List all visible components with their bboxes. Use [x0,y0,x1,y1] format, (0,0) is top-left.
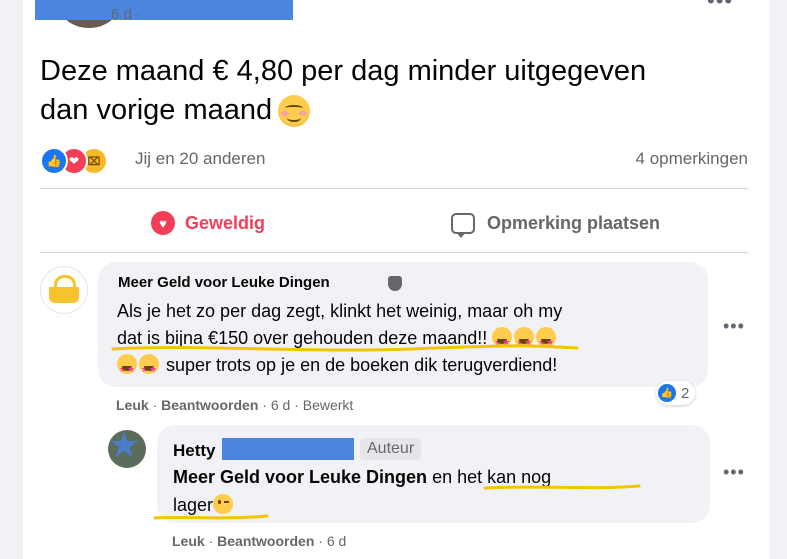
comment-actions: Leuk · Beantwoorden · 6 d · Bewerkt [116,397,354,413]
like-link[interactable]: Leuk [116,397,149,413]
reply-more-icon[interactable]: ••• [723,462,745,483]
comment-bubble-icon [451,212,475,238]
comment-author[interactable]: Meer Geld voor Leuke Dingen [118,274,330,291]
comment-like-count[interactable]: 👍 2 [656,381,696,405]
edited-label: Bewerkt [302,397,354,413]
like-reaction-icon: 👍 [40,147,68,175]
post-text-content: Deze maand € 4,80 per dag minder uitgege… [40,55,647,126]
reply-text: Meer Geld voor Leuke Dingen en het kan n… [173,463,693,519]
love-button-label: Geweldig [185,212,266,233]
star-struck-emoji-icon [492,327,513,356]
reply-author[interactable]: Hetty [173,441,216,461]
redacted-surname [222,438,354,460]
reply-like-link[interactable]: Leuk [172,533,205,549]
reply-link[interactable]: Beantwoorden [161,397,258,413]
comment-text-line1: Als je het zo per dag zegt, klinkt het w… [117,301,563,321]
winking-face-emoji-icon [213,494,234,514]
divider-top [40,188,748,189]
post-more-icon[interactable]: ••• [707,0,733,14]
comment-like-count-value: 2 [681,384,690,402]
heart-icon: ♥ [151,211,175,235]
comment-text-line2: dat is bijna €150 over gehouden deze maa… [117,328,488,348]
page-tag-link[interactable]: Meer Geld voor Leuke Dingen [173,467,427,487]
like-icon: 👍 [658,384,676,402]
shield-icon [388,276,402,291]
post-text: Deze maand € 4,80 per dag minder uitgege… [40,52,680,130]
reply-time[interactable]: 6 d [327,533,346,549]
comment-text-line2-wrap: dat is bijna €150 over gehouden deze maa… [117,325,697,356]
star-struck-emoji-icon [117,354,137,383]
comment-text-line3-wrap: super trots op je en de boeken dik terug… [117,352,697,383]
comment-button[interactable]: Opmerking plaatsen [451,205,660,241]
reply-reply-link[interactable]: Beantwoorden [217,533,314,549]
reply-text-line2: lager [173,495,214,515]
divider-bottom [40,252,748,253]
love-button[interactable]: ♥ Geweldig [151,205,265,241]
reply-actions: Leuk · Beantwoorden · 6 d [172,533,347,549]
star-struck-emoji-icon [514,327,535,356]
redacted-name [35,0,293,20]
comment-text-line3: super trots op je en de boeken dik terug… [166,355,558,375]
comment-button-label: Opmerking plaatsen [487,212,661,233]
basket-icon [49,275,79,303]
comments-count[interactable]: 4 opmerkingen [636,149,748,169]
comment-text: Als je het zo per dag zegt, klinkt het w… [117,298,697,383]
author-badge: Auteur [360,438,422,460]
reaction-count[interactable]: Jij en 20 anderen [135,149,265,169]
comment-time[interactable]: 6 d [271,397,290,413]
comment-more-icon[interactable]: ••• [723,316,745,337]
star-struck-emoji-icon [139,354,159,383]
reply-text-rest: en het kan nog [427,467,552,487]
hetty-avatar[interactable] [108,430,146,468]
post-time[interactable]: 6 d · [111,6,141,23]
page-avatar[interactable] [40,266,88,314]
smiling-blush-emoji-icon [278,95,311,128]
post-card: 6 d · ••• Deze maand € 4,80 per dag mind… [23,0,770,559]
star-struck-emoji-icon [536,327,557,356]
